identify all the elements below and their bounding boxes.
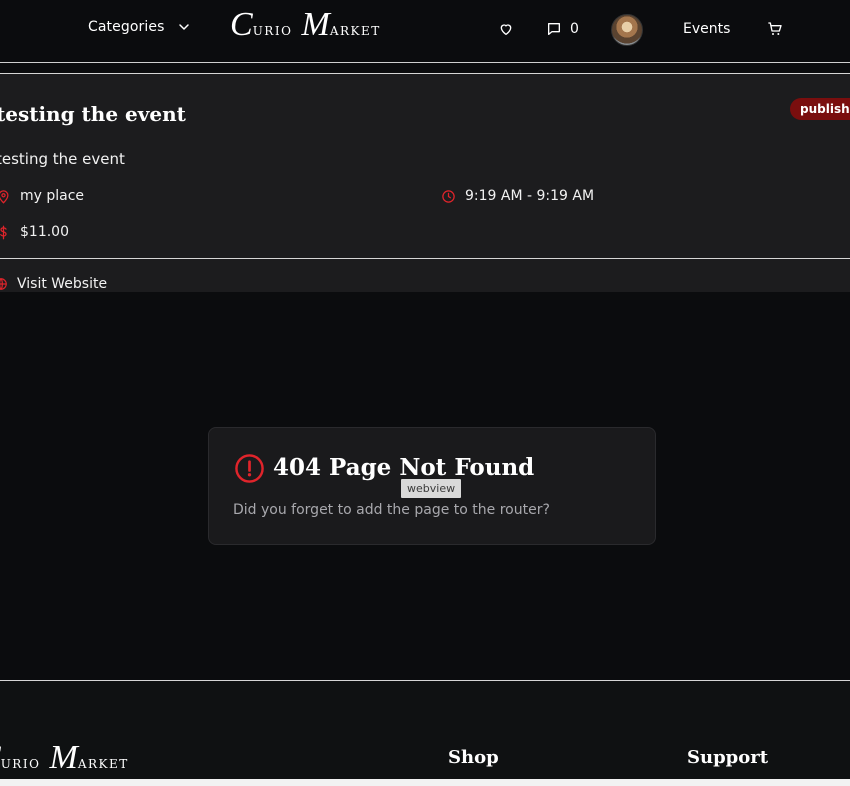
logo-letter: M [301, 6, 330, 43]
footer-shop-heading: Shop [448, 747, 499, 768]
clock-icon [442, 189, 455, 203]
map-pin-icon [0, 189, 9, 204]
header-divider [0, 62, 850, 63]
alert-circle-icon [235, 454, 264, 483]
event-card: testing the event published testing the … [0, 73, 850, 258]
site-logo[interactable]: Curio Market [230, 8, 415, 44]
status-badge: published [790, 98, 850, 120]
dollar-icon [0, 225, 7, 239]
footer-logo[interactable]: Curio Market [0, 739, 158, 776]
visit-website-link[interactable]: Visit Website [0, 276, 107, 292]
footer-support-heading: Support [687, 747, 769, 768]
site-header: Categories Curio Market 0 Events [0, 0, 850, 62]
heart-icon[interactable] [498, 21, 514, 37]
logo-word: urio [0, 753, 41, 773]
website-label: Visit Website [17, 276, 108, 292]
logo-word: arket [329, 20, 381, 40]
location-text: my place [20, 188, 85, 204]
messages-count: 0 [570, 21, 579, 37]
logo-letter: M [49, 739, 78, 776]
webview-tooltip: webview [401, 479, 462, 498]
bottom-strip [0, 779, 850, 786]
categories-label: Categories [88, 19, 165, 35]
event-title: testing the event [0, 102, 186, 126]
not-found-message: Did you forget to add the page to the ro… [233, 502, 550, 518]
cart-icon[interactable] [767, 21, 783, 37]
message-icon[interactable] [546, 21, 562, 37]
event-price: $11.00 [0, 224, 69, 240]
events-link[interactable]: Events [683, 21, 730, 37]
time-text: 9:19 AM - 9:19 AM [465, 188, 595, 204]
event-description: testing the event [0, 150, 125, 168]
site-footer: Curio Market Shop Support [0, 681, 850, 779]
avatar[interactable] [611, 14, 643, 46]
price-text: $11.00 [20, 224, 69, 240]
event-location: my place [0, 188, 84, 204]
logo-word: arket [77, 753, 129, 773]
globe-icon [0, 278, 7, 290]
event-time: 9:19 AM - 9:19 AM [441, 188, 594, 204]
logo-letter: C [230, 6, 253, 43]
not-found-title: 404 Page Not Found [273, 454, 535, 481]
categories-dropdown[interactable]: Categories [88, 19, 190, 35]
chevron-down-icon [179, 24, 190, 30]
website-row: Visit Website [0, 259, 850, 292]
logo-word: urio [252, 20, 293, 40]
